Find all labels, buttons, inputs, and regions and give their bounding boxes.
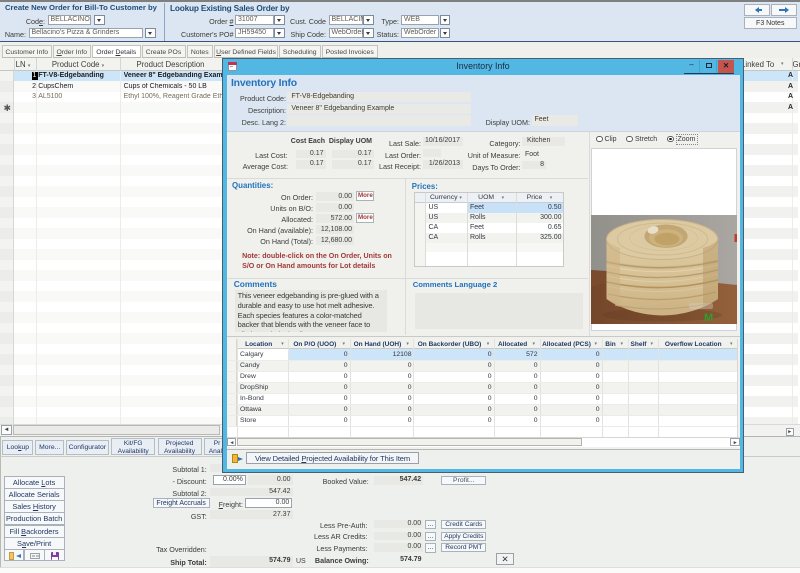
svg-text:M: M — [704, 312, 713, 324]
